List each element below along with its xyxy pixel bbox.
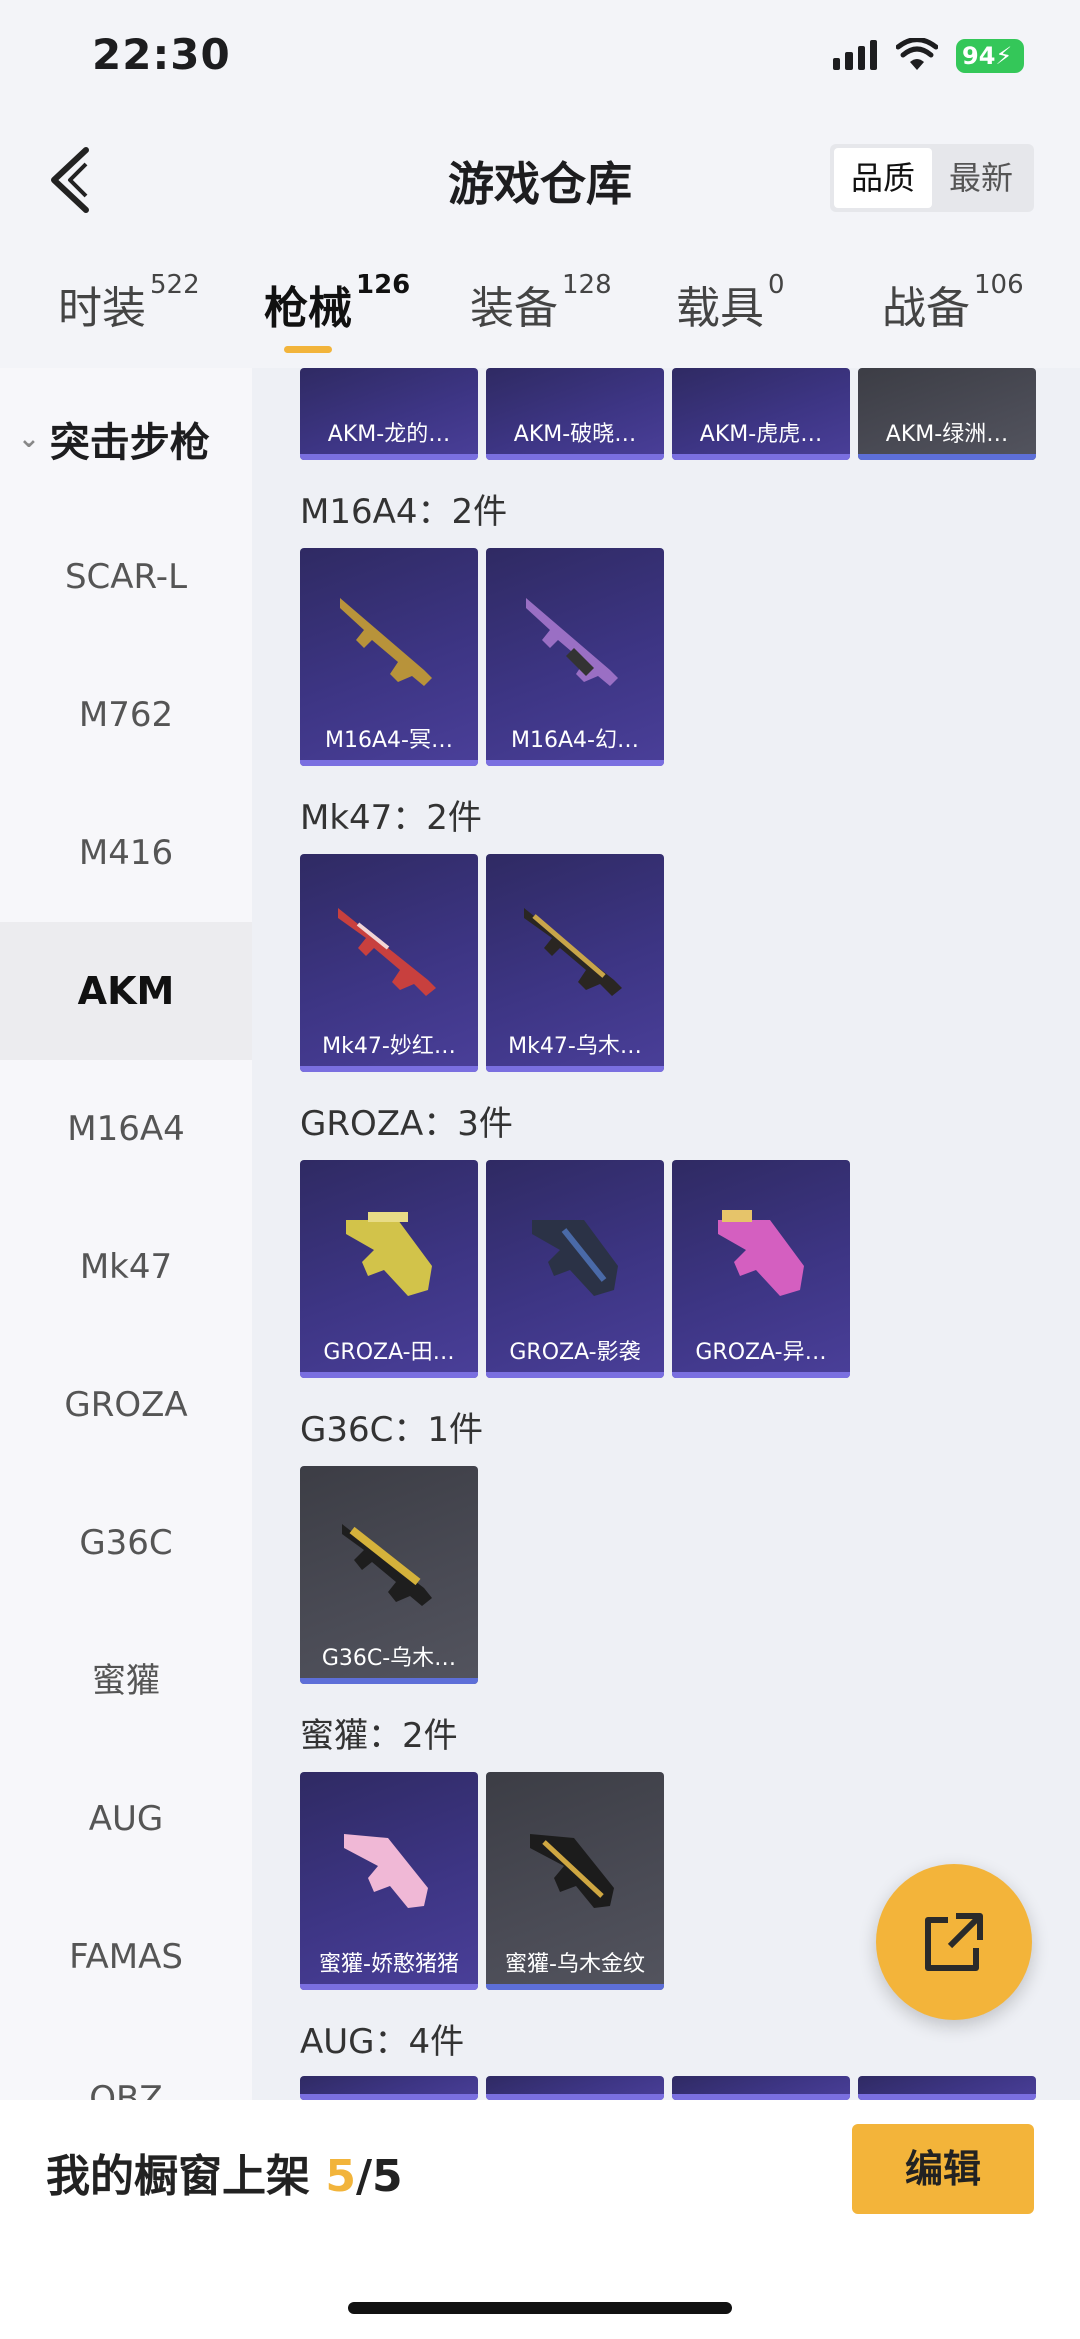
showcase-total: /5 [355,2151,403,2202]
section-title: AUG：4件 [300,2022,465,2062]
section-title: M16A4：2件 [300,492,508,532]
weapon-card-label: M16A4-幻… [511,728,639,753]
weapon-card[interactable]: M16A4-冥… [300,548,478,766]
weapon-card-label: 蜜獾-娇憨猪猪 [319,1952,459,1977]
weapon-card[interactable]: Mk47-乌木… [486,854,664,1072]
tab-supplies[interactable]: 战备 106 [882,270,1024,336]
weapon-card[interactable]: 蜜獾-娇憨猪猪 [300,1772,478,1990]
sidebar-item-mk47[interactable]: Mk47 [0,1236,252,1298]
sidebar-item-scar-l[interactable]: SCAR-L [0,546,252,608]
tab-count: 106 [974,270,1024,300]
weapon-card[interactable]: GROZA-影袭 [486,1160,664,1378]
weapon-card[interactable]: 蜜獾-乌木金纹 [486,1772,664,1990]
tab-count: 126 [356,270,411,300]
rifle-icon [338,908,436,996]
sidebar-group-label: 突击步枪 [49,420,210,466]
share-icon [925,1913,983,1971]
showcase-label: 我的橱窗上架 [46,2151,326,2202]
weapon-card[interactable]: AKM-绿洲… [858,368,1036,460]
tab-count: 522 [150,270,200,300]
weapon-card-label: AKM-绿洲… [885,422,1009,447]
weapon-card[interactable]: AKM-破晓… [486,368,664,460]
weapon-card[interactable]: GROZA-异… [672,1160,850,1378]
weapon-card-label: Mk47-妙红… [322,1034,456,1059]
rifle-icon [530,1834,614,1908]
sidebar-item-m762[interactable]: M762 [0,684,252,746]
rifle-icon [340,598,432,686]
sidebar-item-famas[interactable]: FAMAS [0,1926,252,1988]
edit-button[interactable]: 编辑 [852,2124,1034,2214]
chevron-down-icon: ⌄ [18,424,40,454]
sort-newest-button[interactable]: 最新 [932,148,1030,208]
weapon-card-label: AKM-破晓… [513,422,637,447]
showcase-status: 我的橱窗上架 5/5 [46,2140,403,2204]
sidebar-item-qbz[interactable]: QBZ [0,2068,252,2100]
weapon-card-label: GROZA-异… [695,1340,827,1365]
tab-equipment[interactable]: 装备 128 [470,270,612,336]
home-indicator [348,2302,732,2314]
weapon-card[interactable] [486,2076,664,2100]
section-title: G36C：1件 [300,1410,483,1450]
weapon-card[interactable]: AKM-龙的… [300,368,478,460]
sidebar-item-aug[interactable]: AUG [0,1788,252,1850]
rifle-icon [718,1210,804,1296]
tab-label: 载具 [676,283,764,334]
sidebar-item-groza[interactable]: GROZA [0,1374,252,1436]
rifle-icon [524,908,622,996]
weapon-card[interactable]: AKM-虎虎… [672,368,850,460]
tab-guns[interactable]: 枪械 126 [264,270,411,336]
status-time: 22:30 [92,30,231,79]
tab-label: 时装 [58,283,146,334]
battery-icon: 94⚡ [956,39,1024,73]
weapon-card-label: AKM-龙的… [327,422,451,447]
weapon-card[interactable]: Mk47-妙红… [300,854,478,1072]
sidebar-item-honey-badger[interactable]: 蜜獾 [0,1650,252,1712]
weapon-card-label: Mk47-乌木… [508,1034,642,1059]
rifle-icon [344,1834,428,1908]
weapon-card[interactable]: G36C-乌木… [300,1466,478,1684]
showcase-count: 5 [325,2151,356,2202]
wifi-icon [896,38,938,70]
weapon-card[interactable] [858,2076,1036,2100]
tab-label: 战备 [882,283,970,334]
rifle-icon [342,1524,432,1606]
tab-count: 0 [768,270,785,300]
tab-label: 枪械 [264,283,352,334]
sidebar-item-akm[interactable]: AKM [0,922,252,1060]
weapon-card[interactable]: M16A4-幻… [486,548,664,766]
weapon-card-label: 蜜獾-乌木金纹 [505,1952,645,1977]
sidebar-item-m16a4[interactable]: M16A4 [0,1098,252,1160]
share-button[interactable] [876,1864,1032,2020]
weapon-card-label: GROZA-田… [323,1340,455,1365]
sidebar-item-g36c[interactable]: G36C [0,1512,252,1574]
tab-label: 装备 [470,283,558,334]
weapon-card[interactable] [300,2076,478,2100]
rifle-icon [346,1212,432,1296]
tab-fashion[interactable]: 时装 522 [58,270,200,336]
tab-count: 128 [562,270,612,300]
tab-vehicles[interactable]: 载具 0 [676,270,785,336]
section-title: 蜜獾：2件 [300,1716,458,1756]
battery-level: 94 [962,42,996,70]
weapon-card-label: AKM-虎虎… [699,422,823,447]
sidebar-group-assault-rifles[interactable]: ⌄ 突击步枪 [18,410,210,468]
weapon-card-label: GROZA-影袭 [509,1340,641,1365]
sort-toggle: 品质 最新 [830,144,1034,212]
rifle-icon [532,1220,618,1296]
weapon-card-label: M16A4-冥… [325,728,453,753]
weapon-card[interactable] [672,2076,850,2100]
active-tab-indicator [284,346,332,353]
rifle-icon [526,598,618,686]
cellular-signal-icon [833,40,877,70]
sort-quality-button[interactable]: 品质 [834,148,932,208]
weapon-card[interactable]: GROZA-田… [300,1160,478,1378]
section-title: Mk47：2件 [300,798,482,838]
section-title: GROZA：3件 [300,1104,513,1144]
weapon-card-label: G36C-乌木… [321,1646,457,1671]
sidebar-item-m416[interactable]: M416 [0,822,252,884]
